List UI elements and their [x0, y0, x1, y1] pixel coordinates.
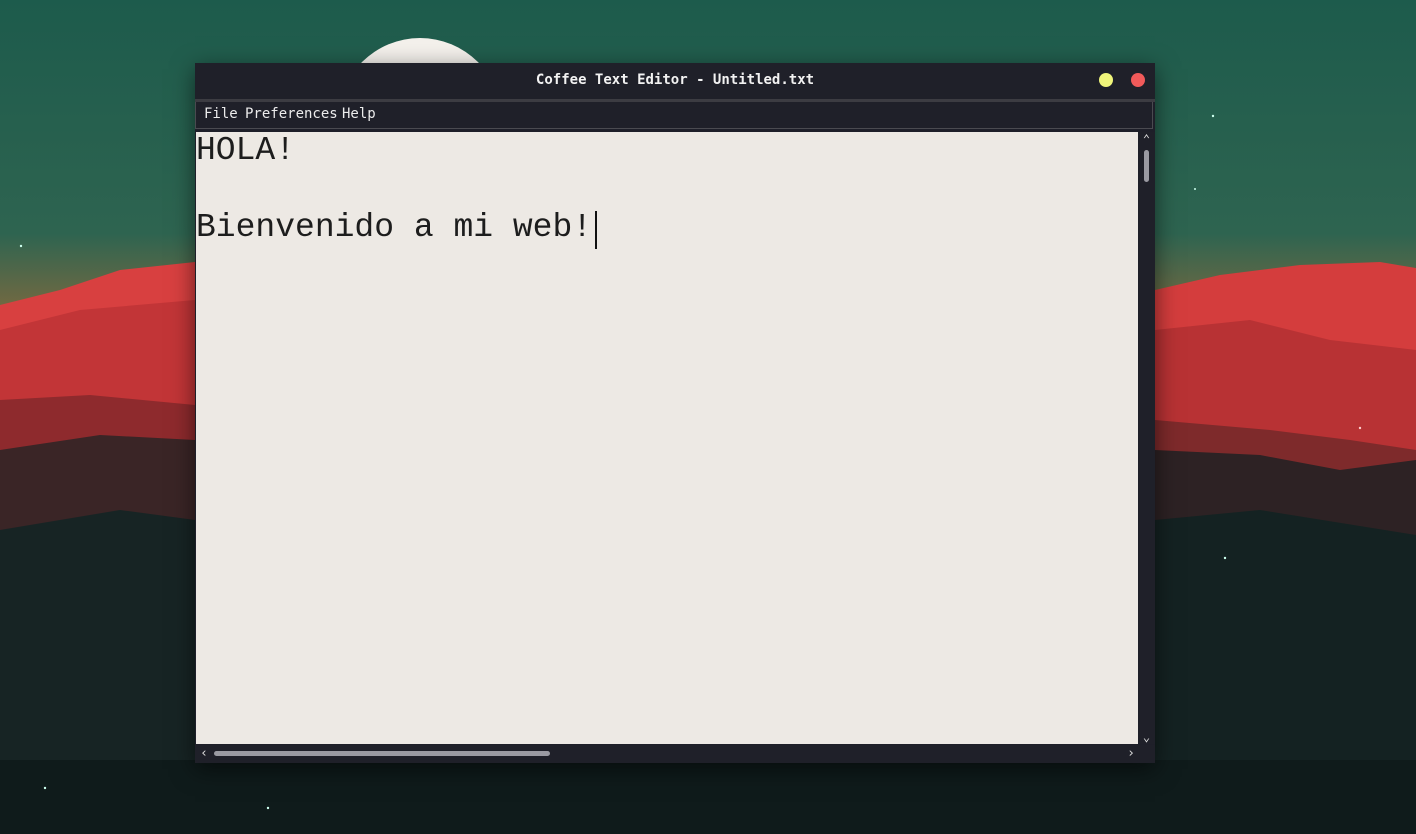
close-button[interactable]	[1131, 73, 1145, 87]
text-cursor	[595, 211, 597, 249]
minimize-button[interactable]	[1099, 73, 1113, 87]
text-editor-area[interactable]: HOLA! Bienvenido a mi web!	[196, 132, 1138, 744]
menu-preferences[interactable]: Preferences	[245, 102, 338, 128]
chevron-left-icon[interactable]: ‹	[196, 745, 212, 763]
window-title: Coffee Text Editor - Untitled.txt	[535, 72, 815, 88]
vertical-scroll-thumb[interactable]	[1144, 150, 1149, 182]
menu-bar: File Preferences Help	[195, 102, 1153, 129]
menu-file[interactable]: File	[204, 102, 238, 128]
editor-window: Coffee Text Editor - Untitled.txt File P…	[195, 63, 1155, 763]
chevron-down-icon[interactable]: ⌄	[1138, 730, 1155, 744]
title-bar[interactable]: Coffee Text Editor - Untitled.txt	[195, 63, 1155, 99]
chevron-up-icon[interactable]: ⌃	[1138, 132, 1155, 146]
vertical-scrollbar[interactable]: ⌃ ⌄	[1138, 132, 1155, 744]
chevron-right-icon[interactable]: ›	[1123, 745, 1139, 763]
horizontal-scroll-thumb[interactable]	[214, 751, 550, 756]
menu-help[interactable]: Help	[342, 102, 376, 128]
horizontal-scrollbar[interactable]: ‹ ›	[195, 745, 1155, 763]
editor-line-1: HOLA!	[196, 132, 296, 169]
editor-line-3: Bienvenido a mi web!	[196, 209, 593, 246]
